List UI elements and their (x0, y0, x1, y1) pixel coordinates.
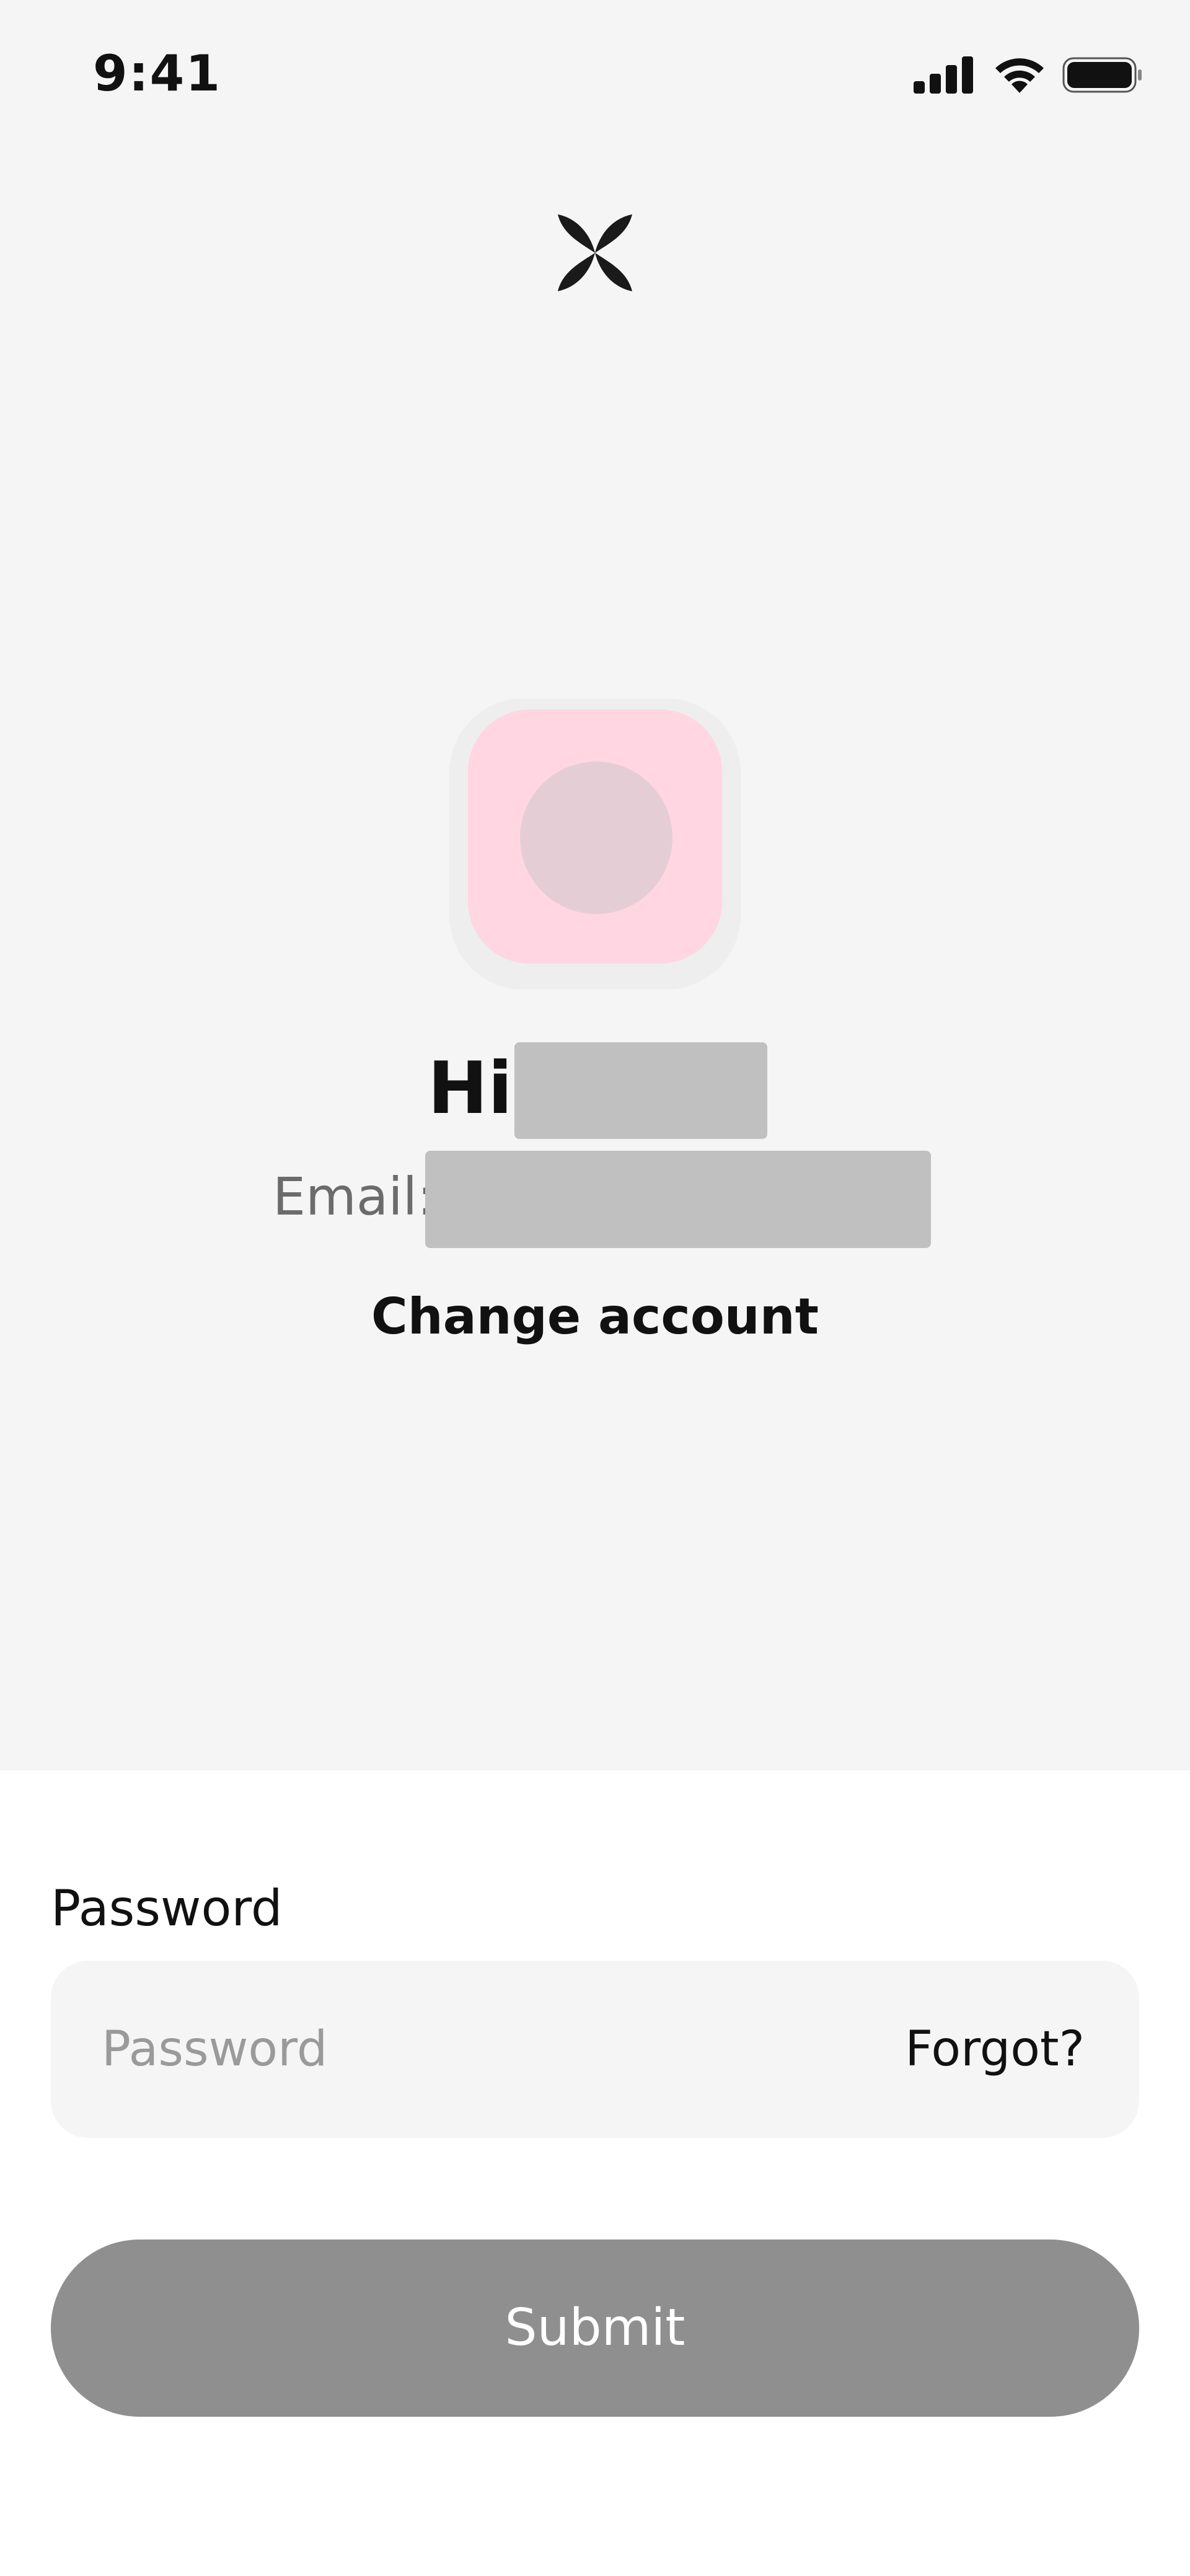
avatar-frame (449, 698, 741, 990)
submit-button[interactable]: Submit (51, 2240, 1139, 2417)
email-label: Email: (273, 1166, 435, 1227)
password-label: Password (51, 1879, 283, 1937)
status-icons (914, 56, 1143, 94)
redacted-email (425, 1151, 931, 1248)
password-field: Forgot? (51, 1961, 1139, 2138)
wifi-icon (995, 58, 1044, 93)
battery-icon (1062, 57, 1142, 93)
account-header-section: 9:41 Hi Email: Change account (0, 0, 1190, 1770)
avatar-placeholder-circle (520, 762, 672, 914)
greeting-text: Hi (428, 1047, 513, 1130)
forgot-password-link[interactable]: Forgot? (905, 1961, 1085, 2138)
password-input[interactable] (102, 1961, 845, 2138)
change-account-link[interactable]: Change account (0, 1283, 1190, 1351)
avatar (468, 710, 722, 964)
signal-icon (914, 56, 973, 94)
redacted-name (514, 1042, 767, 1139)
status-bar: 9:41 (0, 0, 1190, 149)
status-time: 9:41 (93, 45, 221, 102)
four-petal-logo-icon (558, 214, 632, 291)
